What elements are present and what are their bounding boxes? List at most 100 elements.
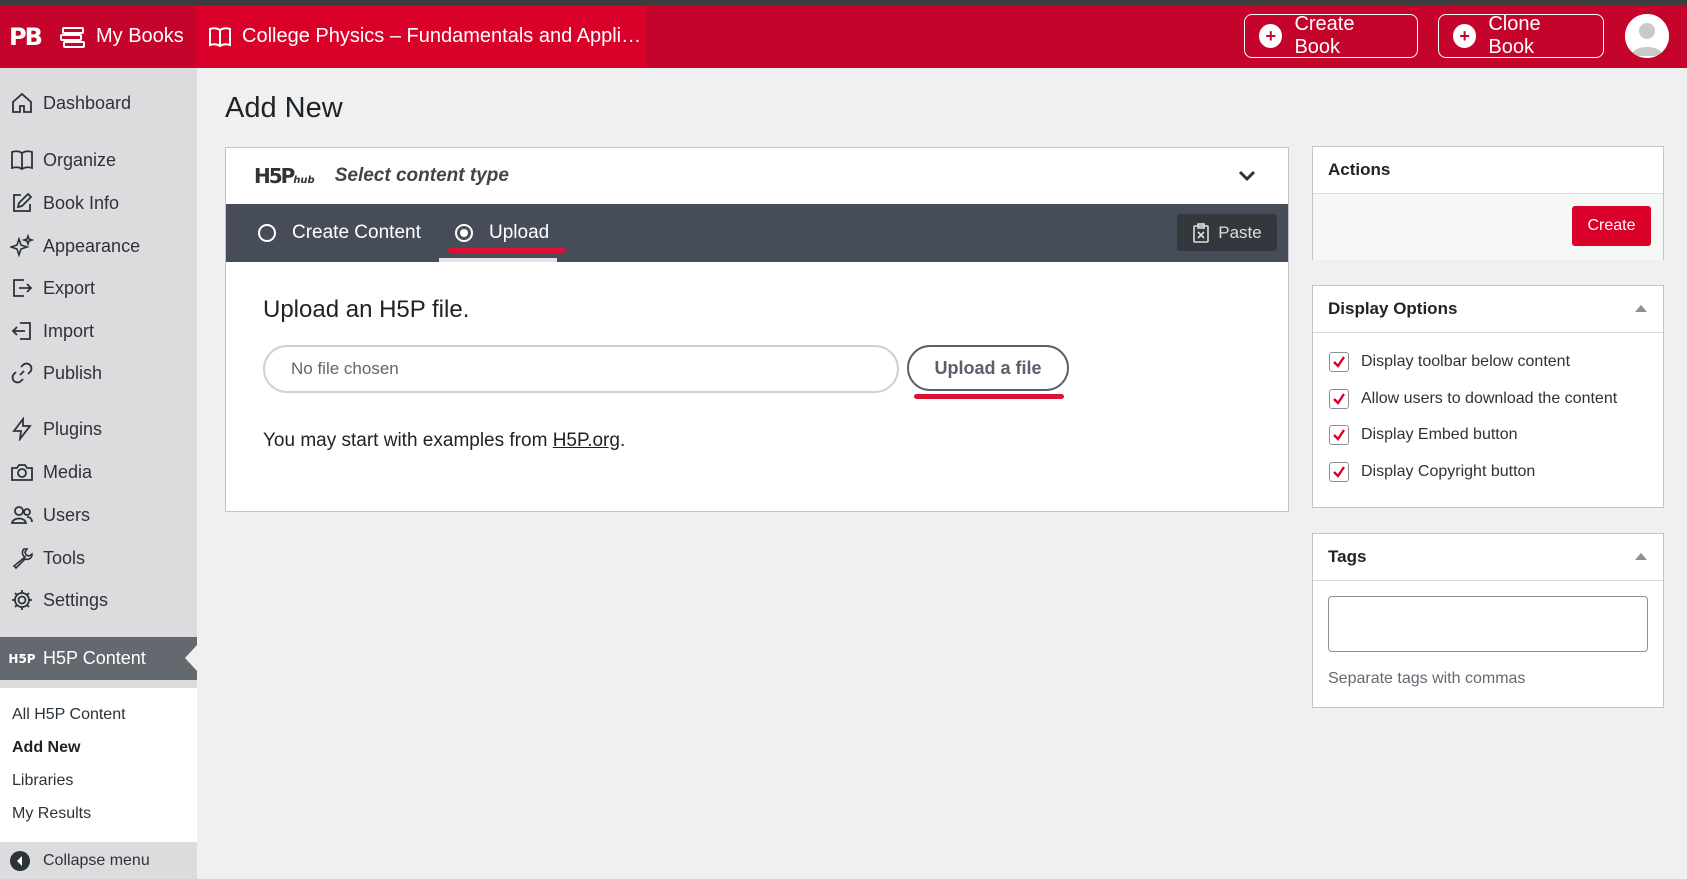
hub-header[interactable]: H5Phub Select content type	[226, 148, 1288, 204]
checkbox-checked[interactable]	[1329, 462, 1349, 482]
page-title: Add New	[225, 92, 343, 124]
submenu-my-results[interactable]: My Results	[12, 805, 91, 823]
sidebar-item-h5p-content[interactable]: H5P H5P Content	[0, 637, 197, 680]
sidebar-item-import[interactable]: Import	[0, 311, 197, 351]
h5p-hub-logo: H5Phub	[254, 164, 315, 188]
users-icon	[9, 502, 35, 528]
option-label: Display Embed button	[1361, 426, 1518, 443]
collapse-arrow-icon	[10, 850, 30, 871]
clone-book-button[interactable]: + Clone Book	[1438, 13, 1604, 58]
paste-button[interactable]: Paste	[1177, 214, 1277, 251]
create-button[interactable]: Create	[1572, 206, 1651, 246]
h5p-submenu: All H5P Content Add New Libraries My Res…	[0, 688, 197, 842]
plus-circle-icon: +	[1259, 24, 1283, 48]
chevron-down-icon[interactable]	[1236, 164, 1258, 186]
submenu-all-h5p-content[interactable]: All H5P Content	[12, 706, 126, 724]
display-options-title[interactable]: Display Options	[1313, 286, 1663, 333]
radio-selected-icon	[455, 224, 473, 242]
export-icon	[9, 275, 35, 301]
submenu-libraries[interactable]: Libraries	[12, 772, 73, 790]
home-icon	[9, 90, 35, 116]
my-books-link[interactable]: My Books	[60, 5, 184, 68]
sidebar-item-appearance[interactable]: Appearance	[0, 226, 197, 266]
h5p-editor: H5Phub Select content type Create Conten…	[225, 147, 1289, 512]
actions-box: Actions Create	[1312, 146, 1664, 260]
sidebar-item-label: Appearance	[43, 235, 141, 256]
tags-help-text: Separate tags with commas	[1328, 670, 1526, 687]
collapse-menu-label: Collapse menu	[43, 851, 150, 869]
camera-icon	[9, 459, 35, 485]
examples-text: You may start with examples from H5P.org…	[263, 430, 626, 451]
display-options-box: Display Options Display toolbar below co…	[1312, 285, 1664, 508]
collapse-triangle-icon	[1635, 305, 1647, 312]
sidebar-item-media[interactable]: Media	[0, 452, 197, 492]
option-display-copyright[interactable]: Display Copyright button	[1329, 462, 1535, 482]
sidebar-item-label: Media	[43, 461, 93, 482]
books-icon	[60, 26, 85, 48]
sidebar-item-label: Publish	[43, 362, 103, 383]
check-icon	[1333, 466, 1345, 478]
tags-box: Tags Separate tags with commas	[1312, 533, 1664, 708]
sidebar-item-users[interactable]: Users	[0, 495, 197, 535]
paste-label: Paste	[1218, 222, 1262, 242]
current-book-link[interactable]: College Physics – Fundamentals and Appli…	[196, 5, 646, 68]
admin-top-bar: PB My Books College Physics – Fundamenta…	[0, 5, 1687, 68]
sidebar-item-label: Organize	[43, 149, 117, 170]
sidebar-item-settings[interactable]: Settings	[0, 580, 197, 620]
checkbox-checked[interactable]	[1329, 352, 1349, 372]
upload-heading: Upload an H5P file.	[263, 296, 470, 323]
user-avatar[interactable]	[1625, 14, 1669, 58]
my-books-label: My Books	[96, 25, 184, 47]
upload-file-button[interactable]: Upload a file	[907, 345, 1069, 391]
tab-create-content[interactable]: Create Content	[258, 204, 421, 262]
link-icon	[9, 360, 35, 386]
h5p-icon: H5P	[8, 651, 36, 666]
option-allow-download[interactable]: Allow users to download the content	[1329, 389, 1617, 409]
create-book-label: Create Book	[1294, 13, 1355, 58]
sidebar-item-label: Book Info	[43, 192, 120, 213]
active-pointer-icon	[185, 645, 197, 671]
tab-upload[interactable]: Upload	[455, 204, 549, 262]
sidebar-item-publish[interactable]: Publish	[0, 353, 197, 393]
create-book-button[interactable]: + Create Book	[1244, 13, 1418, 58]
sidebar-item-organize[interactable]: Organize	[0, 140, 197, 180]
sidebar-item-label: Tools	[43, 547, 86, 568]
checkbox-checked[interactable]	[1329, 389, 1349, 409]
h5p-org-link[interactable]: H5P.org	[553, 430, 620, 451]
option-display-toolbar[interactable]: Display toolbar below content	[1329, 352, 1570, 372]
select-content-type: Select content type	[334, 165, 509, 186]
file-input[interactable]: No file chosen	[263, 345, 899, 393]
book-open-icon	[209, 26, 231, 47]
sidebar-item-plugins[interactable]: Plugins	[0, 409, 197, 449]
sidebar-item-tools[interactable]: Tools	[0, 538, 197, 578]
option-label: Display Copyright button	[1361, 463, 1536, 480]
option-label: Display toolbar below content	[1361, 353, 1571, 370]
pressbooks-logo[interactable]: PB	[0, 5, 50, 68]
sidebar-item-label: Dashboard	[43, 92, 132, 113]
bolt-icon	[9, 416, 35, 442]
annotation-underline-upload-tab	[448, 248, 566, 253]
pencil-square-icon	[9, 190, 35, 216]
option-display-embed[interactable]: Display Embed button	[1329, 425, 1518, 445]
submenu-add-new[interactable]: Add New	[12, 739, 80, 757]
import-icon	[9, 318, 35, 344]
radio-unselected-icon	[258, 224, 276, 242]
annotation-underline-upload-button	[914, 394, 1064, 399]
sidebar-item-dashboard[interactable]: Dashboard	[0, 83, 197, 123]
sidebar-item-export[interactable]: Export	[0, 268, 197, 308]
sidebar-item-label: Export	[43, 277, 96, 298]
sidebar-item-book-info[interactable]: Book Info	[0, 183, 197, 223]
file-input-placeholder: No file chosen	[291, 359, 399, 378]
plus-circle-icon: +	[1453, 24, 1477, 48]
user-silhouette-icon	[1625, 14, 1669, 58]
sparkles-icon	[9, 233, 35, 259]
clipboard-icon	[1193, 222, 1210, 243]
wrench-icon	[9, 545, 35, 571]
collapse-menu-button[interactable]: Collapse menu	[0, 842, 197, 879]
tags-textarea[interactable]	[1328, 596, 1648, 652]
admin-sidebar: Dashboard Organize Book Info Appearance …	[0, 68, 197, 879]
selected-tab-indicator	[439, 258, 557, 262]
checkbox-checked[interactable]	[1329, 425, 1349, 445]
tags-title[interactable]: Tags	[1313, 534, 1663, 581]
book-title: College Physics – Fundamentals and Appli…	[242, 25, 642, 47]
